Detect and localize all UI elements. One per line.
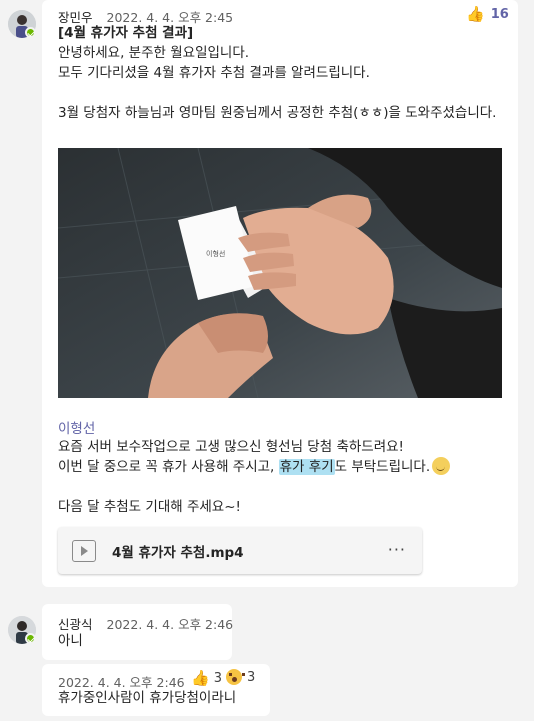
message-header: 신광식 2022. 4. 4. 오후 2:46 <box>58 614 233 633</box>
message-text: 아니 <box>58 633 83 649</box>
attachment-name[interactable]: 4월 휴가자 추첨.mp4 <box>112 541 244 561</box>
message-text: 휴가중인사람이 휴가당첨이라니 <box>58 690 237 706</box>
reaction-thumbs-up[interactable]: 👍 16 <box>466 5 509 23</box>
smile-emoji-icon <box>432 457 451 475</box>
message-line: 요즘 서버 보수작업으로 고생 많으신 형선님 당첨 축하드려요! <box>58 439 404 455</box>
mention-user[interactable]: 이형선 <box>58 417 95 437</box>
message-line: 모두 기다리셨을 4월 휴가자 추첨 결과를 알려드립니다. <box>58 65 370 81</box>
video-file-icon <box>72 539 96 562</box>
message-text: 도 부탁드립니다. <box>334 459 431 475</box>
message-line: 안녕하세요, 분주한 월요일입니다. <box>58 45 250 61</box>
reaction-count: 3 <box>213 670 222 686</box>
note-text: 이형선 <box>206 249 225 258</box>
message-line: 이번 달 중으로 꼭 휴가 사용해 주시고, 휴가 후기도 부탁드립니다. <box>58 457 451 477</box>
more-options-icon[interactable]: ··· <box>388 540 406 559</box>
message-title: [4월 휴가자 추첨 결과] <box>58 25 194 41</box>
highlighted-text: 휴가 후기 <box>278 459 335 475</box>
video-attachment[interactable]: 4월 휴가자 추첨.mp4 ··· <box>58 527 422 574</box>
message-line: 3월 당첨자 하늘님과 영마팀 원중님께서 공정한 추첨(ㅎㅎ)을 도와주셨습니… <box>58 105 497 121</box>
reaction-surprised[interactable]: 3 <box>226 669 255 685</box>
thumbs-up-icon: 👍 <box>466 5 485 23</box>
reaction-thumbs-up[interactable]: 👍 3 <box>191 669 222 687</box>
presence-available-icon <box>25 27 36 38</box>
thumbs-up-icon: 👍 <box>191 669 210 687</box>
attached-photo[interactable]: 이형선 <box>58 148 502 398</box>
message-line: 다음 달 추첨도 기대해 주세요~! <box>58 499 241 515</box>
message-text: 이번 달 중으로 꼭 휴가 사용해 주시고, <box>58 459 279 475</box>
presence-available-icon <box>25 633 36 644</box>
reaction-count: 16 <box>490 6 509 22</box>
photo-illustration: 이형선 <box>58 148 502 398</box>
reaction-count: 3 <box>247 669 256 685</box>
timestamp: 2022. 4. 4. 오후 2:46 <box>106 617 234 632</box>
surprised-face-icon <box>226 669 245 685</box>
author-name[interactable]: 신광식 <box>58 617 93 632</box>
